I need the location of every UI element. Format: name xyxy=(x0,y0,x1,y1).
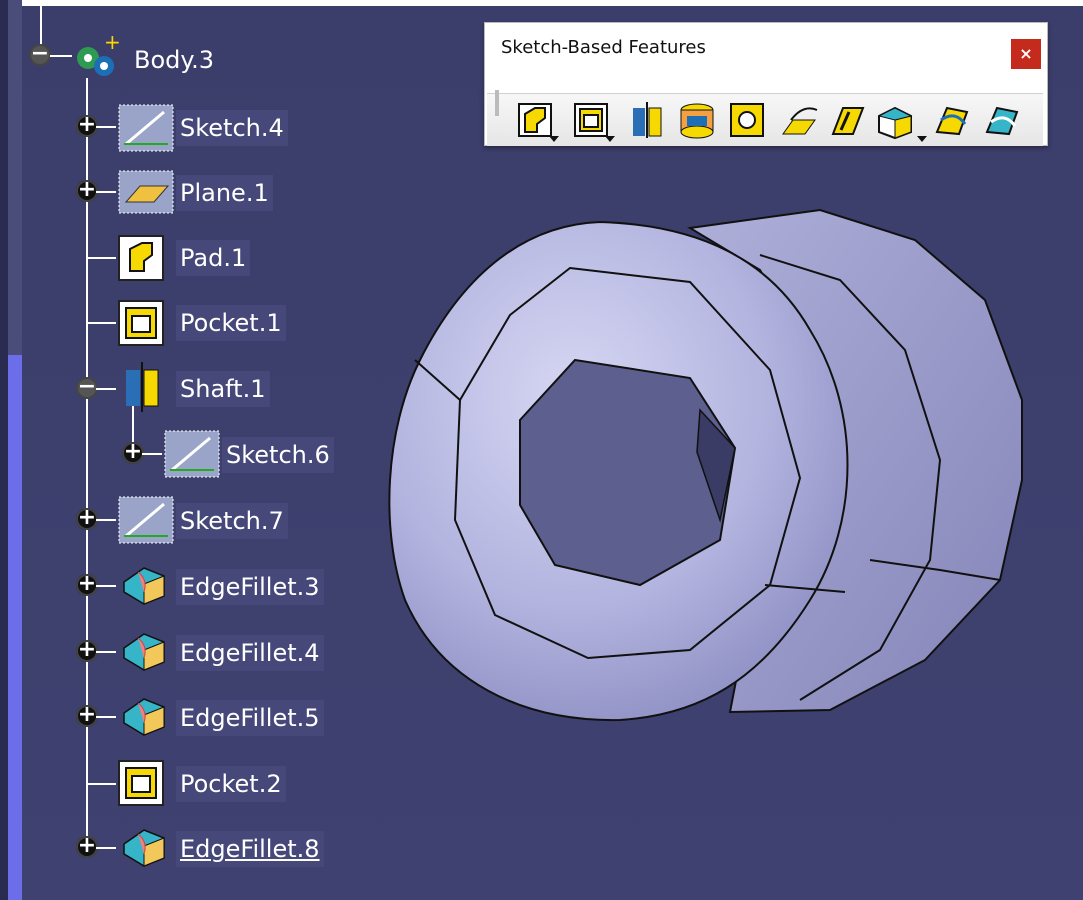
shaft-button[interactable] xyxy=(627,100,669,140)
expand-sketch7-button[interactable]: + xyxy=(76,507,98,530)
tree-item-sketch4[interactable]: Sketch.4 xyxy=(176,110,288,146)
chevron-down-icon[interactable] xyxy=(549,136,559,142)
chevron-down-icon[interactable] xyxy=(605,136,615,142)
rib-button[interactable] xyxy=(779,100,821,140)
left-border xyxy=(0,0,8,900)
tree-item-sketch6[interactable]: Sketch.6 xyxy=(222,437,334,473)
top-edge xyxy=(0,0,1083,6)
svg-text:+: + xyxy=(104,34,121,54)
expand-edgefillet5-button[interactable]: + xyxy=(76,704,98,727)
edge-fillet-icon xyxy=(120,693,165,736)
tree-item-pad1[interactable]: Pad.1 xyxy=(176,240,251,276)
toolbar-button-row xyxy=(487,90,1043,146)
toolbar-title: Sketch-Based Features xyxy=(501,37,706,58)
expand-edgefillet8-button[interactable]: + xyxy=(76,835,98,858)
pad-button[interactable] xyxy=(515,100,559,142)
sketch-icon xyxy=(164,430,220,478)
collapse-shaft1-button[interactable]: − xyxy=(76,376,98,399)
expand-plane1-button[interactable]: + xyxy=(76,179,98,202)
edge-fillet-icon xyxy=(120,824,165,867)
removed-multi-section-solid-button[interactable] xyxy=(981,100,1023,140)
tree-item-plane1[interactable]: Plane.1 xyxy=(176,175,273,211)
collapse-body-button[interactable]: − xyxy=(29,43,51,66)
expand-sketch4-button[interactable]: + xyxy=(76,114,98,137)
tree-item-edgefillet4[interactable]: EdgeFillet.4 xyxy=(176,635,324,671)
toolbar-grip[interactable] xyxy=(495,90,499,116)
tree-item-shaft1[interactable]: Shaft.1 xyxy=(176,371,270,407)
hole-button[interactable] xyxy=(727,100,769,140)
scrollbar-track[interactable] xyxy=(8,0,22,355)
tree-item-edgefillet8[interactable]: EdgeFillet.8 xyxy=(176,831,324,867)
pocket-icon xyxy=(118,760,164,806)
pad-icon xyxy=(118,235,164,281)
multi-section-solid-button-2[interactable] xyxy=(931,100,973,140)
sketch-icon xyxy=(118,496,174,544)
tree-item-sketch7[interactable]: Sketch.7 xyxy=(176,503,288,539)
plane-icon xyxy=(118,170,174,214)
groove-button[interactable] xyxy=(677,100,719,140)
edge-fillet-icon xyxy=(120,628,165,671)
edge-fillet-icon xyxy=(120,562,165,605)
tree-item-edgefillet3[interactable]: EdgeFillet.3 xyxy=(176,569,324,605)
shaft-icon xyxy=(120,362,160,412)
part-geometry[interactable] xyxy=(380,200,1040,730)
tree-item-edgefillet5[interactable]: EdgeFillet.5 xyxy=(176,700,324,736)
scrollbar-thumb[interactable] xyxy=(8,355,22,900)
sketch-icon xyxy=(118,104,174,152)
slot-button[interactable] xyxy=(827,100,869,140)
tree-item-pocket2[interactable]: Pocket.2 xyxy=(176,766,286,802)
close-button[interactable]: × xyxy=(1011,39,1041,69)
sketch-based-features-toolbar[interactable]: Sketch-Based Features × xyxy=(484,22,1048,146)
pocket-button[interactable] xyxy=(571,100,615,142)
body-icon: + xyxy=(74,30,121,76)
chevron-down-icon[interactable] xyxy=(917,136,927,142)
tree-item-pocket1[interactable]: Pocket.1 xyxy=(176,305,286,341)
tree-item-body[interactable]: Body.3 xyxy=(130,42,218,78)
pocket-icon xyxy=(118,300,164,346)
expand-edgefillet3-button[interactable]: + xyxy=(76,573,98,596)
expand-sketch6-button[interactable]: + xyxy=(122,441,144,464)
expand-edgefillet4-button[interactable]: + xyxy=(76,639,98,662)
